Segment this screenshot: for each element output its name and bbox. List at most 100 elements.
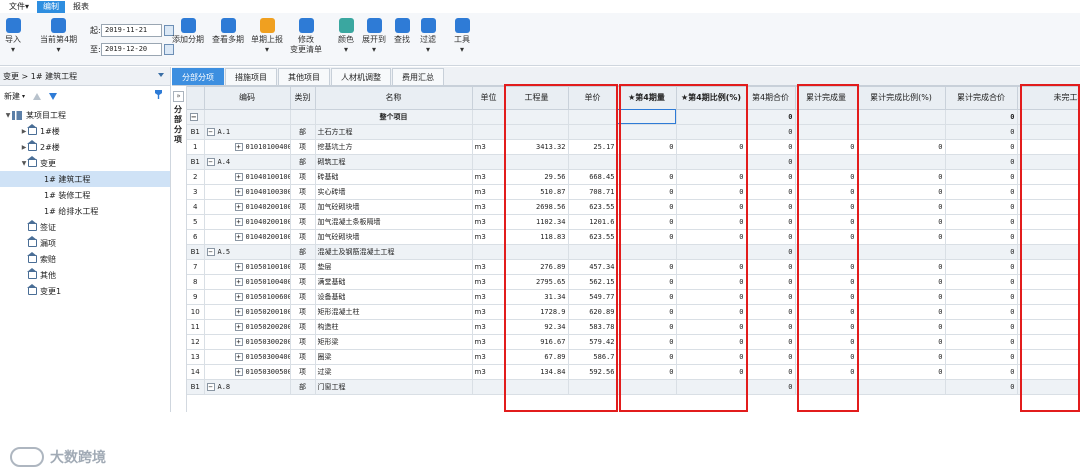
tree-item[interactable]: 其他 xyxy=(0,267,170,283)
expand-to-button[interactable]: 展开到 ▾ xyxy=(362,15,386,54)
tree-item[interactable]: 漏项 xyxy=(0,235,170,251)
expand-toggle-icon[interactable]: + xyxy=(234,307,243,316)
bill-grid: 编码 类别 名称 单位 工程量 单价 ★第4期量 ★第4期比例(%) 第4期合价 累计完成量 累计完… xyxy=(187,86,1080,412)
table-row[interactable]: 3+010401003001项实心砖墙m3510.87708.710000005… xyxy=(187,184,1080,200)
tree-item[interactable]: ▼ 变更 xyxy=(0,155,170,171)
table-row[interactable]: 6 +010402001003 项 加气砼砌块墙 m3 118.83 623.55 0 0 0 0 0… xyxy=(187,229,1080,245)
breadcrumb[interactable]: 变更 > 1# 建筑工程 xyxy=(0,67,170,86)
tree-item[interactable]: 1# 装修工程 xyxy=(0,187,170,203)
table-row[interactable]: B1− A.4 部 砌筑工程 0 0 xyxy=(187,154,1080,170)
cell-r4: 0 xyxy=(739,292,744,301)
new-button[interactable]: 新建 xyxy=(4,91,20,102)
column-header[interactable]: 第4期合价 xyxy=(746,87,796,110)
dropdown-icon[interactable]: ▾ xyxy=(22,93,25,100)
expand-toggle-icon[interactable]: + xyxy=(234,337,243,346)
menu-edit[interactable]: 编制 xyxy=(37,0,66,13)
current-period-button[interactable]: 当前第4期 ▾ xyxy=(40,15,77,54)
expand-toggle-icon[interactable]: + xyxy=(234,322,243,331)
table-row[interactable]: 2+010401001001项砖基础m329.56668.4500000029.… xyxy=(187,169,1080,185)
table-row[interactable]: 9+010501006001项设备基础m331.34549.7700000031… xyxy=(187,289,1080,305)
modify-change-list-button[interactable]: 修改 变更清单 xyxy=(290,15,322,54)
start-date-field[interactable]: 2019-11-21 xyxy=(101,24,162,37)
move-down-icon[interactable] xyxy=(49,93,58,100)
collapsed-caret-icon[interactable]: ▶ xyxy=(20,128,28,135)
column-header[interactable]: 单位 xyxy=(472,87,506,110)
tab-2[interactable]: 其他项目 xyxy=(278,68,330,85)
column-header[interactable]: 单价 xyxy=(568,87,618,110)
table-row[interactable]: 11+010502002001项构造柱m392.34583.7800000092… xyxy=(187,319,1080,335)
table-row[interactable]: B1− A.8 部 门窗工程 0 0 xyxy=(187,379,1080,395)
table-row[interactable]: 14+010503005001项过梁m3134.84592.5600000013… xyxy=(187,364,1080,380)
expand-toggle-icon[interactable]: + xyxy=(234,277,243,286)
column-header[interactable]: 累计完成比例(%) xyxy=(857,87,946,110)
import-button[interactable]: 导入 ▾ xyxy=(5,15,21,54)
chevron-down-icon[interactable] xyxy=(158,73,164,77)
table-row[interactable]: 8 +010501004001 项 满堂基础 m3 2795.65 562.15 0 0 0 0 0 0… xyxy=(187,274,1080,290)
column-header[interactable]: 未完工程量 xyxy=(1017,87,1080,110)
table-row[interactable]: 5 +010402001002 项 加气混凝土条板隔墙 m3 1102.34 1201.6 0… xyxy=(187,214,1080,230)
table-row[interactable]: − 整个项目 0 0 xyxy=(187,109,1080,125)
tab-4[interactable]: 费用汇总 xyxy=(392,68,444,85)
tree-item[interactable]: 签证 xyxy=(0,219,170,235)
expanded-caret-icon[interactable]: ▼ xyxy=(4,112,12,119)
tree-item[interactable]: 变更1 xyxy=(0,283,170,299)
column-header[interactable]: 累计完成量 xyxy=(795,87,858,110)
expand-toggle-icon[interactable]: + xyxy=(234,142,243,151)
column-header[interactable]: 工程量 xyxy=(505,87,569,110)
end-calendar-icon[interactable] xyxy=(164,44,174,55)
cell-qty: 3413.32 xyxy=(535,142,566,151)
tools-button[interactable]: 工具 ▾ xyxy=(454,15,470,54)
add-period-button[interactable]: 添加分期 xyxy=(172,15,204,45)
tree-item[interactable]: 1# 建筑工程 xyxy=(0,171,170,187)
column-header[interactable] xyxy=(187,87,205,110)
tab-1[interactable]: 措施项目 xyxy=(225,68,277,85)
expand-toggle-icon[interactable]: + xyxy=(234,352,243,361)
table-row[interactable]: B1− A.5 部 混凝土及钢筋混凝土工程 0 0 xyxy=(187,244,1080,260)
tree-item[interactable]: ▶ 2#楼 xyxy=(0,139,170,155)
expand-panel-button[interactable]: » xyxy=(173,91,184,102)
tree-item[interactable]: 1# 给排水工程 xyxy=(0,203,170,219)
column-header[interactable]: 名称 xyxy=(315,87,473,110)
expand-toggle-icon[interactable]: + xyxy=(234,172,243,181)
filter-button[interactable]: 过滤 ▾ xyxy=(420,15,436,54)
collapse-toggle-icon[interactable]: − xyxy=(206,382,215,391)
tree-item[interactable]: ▶ 1#楼 xyxy=(0,123,170,139)
tree-item[interactable]: 索赔 xyxy=(0,251,170,267)
table-row[interactable]: B1− A.1 部 土石方工程 0 0 xyxy=(187,124,1080,140)
table-row[interactable]: 4 +010402001001 项 加气砼砌块墙 m3 2698.56 623.55 0 0 0 0… xyxy=(187,199,1080,215)
tab-3[interactable]: 人材机调整 xyxy=(331,68,391,85)
table-row[interactable]: 1 +010101004001 项 挖基坑土方 m3 3413.32 25.17 0 0 0 0 0 0… xyxy=(187,139,1080,155)
column-header[interactable]: 类别 xyxy=(290,87,316,110)
table-row[interactable]: 10 +010502001001 项 矩形混凝土柱 m3 1728.9 620.89 0 0 0 0… xyxy=(187,304,1080,320)
single-report-button[interactable]: 单期上报 ▾ xyxy=(251,15,283,54)
collapsed-caret-icon[interactable]: ▶ xyxy=(20,144,28,151)
find-button[interactable]: 查找 xyxy=(394,15,410,45)
tree-item[interactable]: ▼ 某项目工程 xyxy=(0,107,170,123)
column-header[interactable]: 编码 xyxy=(204,87,291,110)
collapse-toggle-icon[interactable]: − xyxy=(206,127,215,136)
column-header[interactable]: ★第4期比例(%) xyxy=(676,87,747,110)
expand-toggle-icon[interactable]: + xyxy=(234,232,243,241)
expand-toggle-icon[interactable]: + xyxy=(234,202,243,211)
table-row[interactable]: 13+010503004001项圈梁m367.89586.700000067.8… xyxy=(187,349,1080,365)
color-button[interactable]: 颜色 ▾ xyxy=(338,15,354,54)
table-row[interactable]: 7+010501001001项垫层m3276.89457.34000000276… xyxy=(187,259,1080,275)
column-header[interactable]: 累计完成合价 xyxy=(945,87,1018,110)
expand-toggle-icon[interactable]: + xyxy=(234,367,243,376)
move-up-icon[interactable] xyxy=(33,93,42,100)
menu-file[interactable]: 文件▾ xyxy=(3,1,35,13)
menu-report[interactable]: 报表 xyxy=(67,1,95,13)
tab-0[interactable]: 分部分项 xyxy=(172,68,224,85)
view-multi-period-button[interactable]: 查看多期 xyxy=(212,15,244,45)
column-header[interactable]: ★第4期量 xyxy=(617,87,677,110)
collapse-toggle-icon[interactable]: − xyxy=(206,247,215,256)
end-date-field[interactable]: 2019-12-20 xyxy=(101,43,162,56)
expand-toggle-icon[interactable]: + xyxy=(234,292,243,301)
expand-toggle-icon[interactable]: + xyxy=(234,262,243,271)
table-row[interactable]: 12+010503002001项矩形梁m3916.67579.420000009… xyxy=(187,334,1080,350)
collapse-toggle-icon[interactable]: − xyxy=(206,157,215,166)
collapse-toggle-icon[interactable]: − xyxy=(189,112,198,121)
expand-toggle-icon[interactable]: + xyxy=(234,217,243,226)
expanded-caret-icon[interactable]: ▼ xyxy=(20,160,28,167)
expand-toggle-icon[interactable]: + xyxy=(234,187,243,196)
